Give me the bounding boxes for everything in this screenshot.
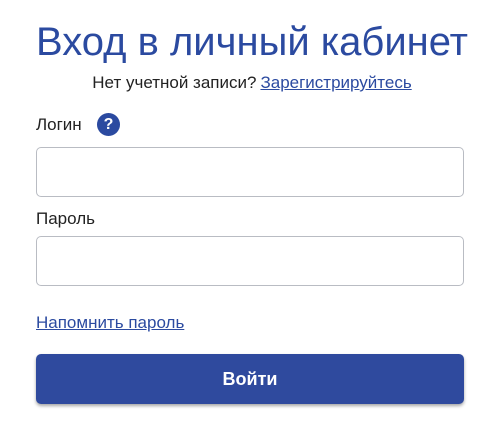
login-input[interactable]: [36, 147, 464, 197]
page-title: Вход в личный кабинет: [36, 20, 468, 64]
register-prompt: Нет учетной записи? Зарегистрируйтесь: [0, 72, 504, 94]
password-input[interactable]: [36, 236, 464, 286]
register-link[interactable]: Зарегистрируйтесь: [260, 73, 411, 92]
login-label: Логин: [36, 115, 82, 134]
question-mark-icon[interactable]: ?: [97, 113, 120, 136]
no-account-text: Нет учетной записи?: [92, 73, 257, 92]
login-button[interactable]: Войти: [36, 354, 464, 404]
remind-password-link[interactable]: Напомнить пароль: [36, 312, 184, 334]
password-label: Пароль: [36, 209, 95, 228]
